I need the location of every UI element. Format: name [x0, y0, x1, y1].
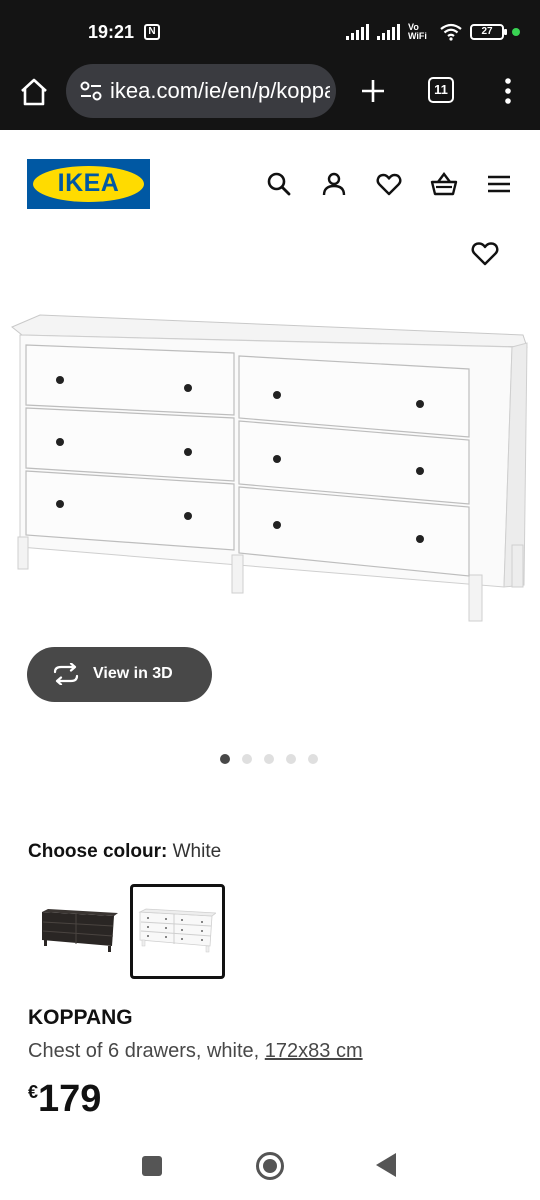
add-to-favourites-icon[interactable] [470, 238, 500, 268]
price-currency: € [28, 1082, 39, 1102]
product-dimensions-link[interactable]: 172x83 cm [265, 1040, 363, 1062]
carousel-dots [220, 754, 318, 764]
nfc-icon: N [144, 24, 160, 40]
product-description-text: Chest of 6 drawers, white, [28, 1040, 265, 1062]
view-in-3d-label: View in 3D [93, 665, 173, 682]
choose-colour-label: Choose colour: [28, 841, 168, 862]
home-icon[interactable] [18, 76, 50, 108]
site-settings-icon[interactable] [80, 81, 102, 101]
signal-icon [346, 24, 369, 40]
product-image[interactable] [8, 305, 532, 630]
back-button[interactable] [376, 1153, 396, 1177]
price-amount: 179 [38, 1078, 102, 1120]
carousel-dot[interactable] [308, 754, 318, 764]
wifi-icon [440, 23, 462, 41]
colour-swatch-white[interactable] [130, 884, 225, 979]
ikea-logo[interactable]: IKEA [27, 159, 150, 209]
recents-button[interactable] [142, 1156, 162, 1176]
address-bar[interactable]: ikea.com/ie/en/p/koppang [66, 64, 336, 118]
url-text[interactable]: ikea.com/ie/en/p/koppang [110, 78, 330, 104]
carousel-dot[interactable] [220, 754, 230, 764]
status-bar: 19:21 N Vo WiFi 27 [0, 0, 540, 62]
logo-text: IKEA [57, 169, 120, 197]
product-price: €179 [28, 1078, 101, 1121]
new-tab-icon[interactable] [358, 76, 388, 106]
product-description: Chest of 6 drawers, white, 172x83 cm [28, 1040, 363, 1063]
more-icon[interactable] [498, 76, 518, 106]
favourites-icon[interactable] [375, 170, 403, 198]
carousel-dot[interactable] [264, 754, 274, 764]
hamburger-icon[interactable] [485, 170, 513, 198]
basket-icon[interactable] [430, 170, 458, 198]
rotate-3d-icon [53, 663, 79, 685]
colour-selector-label: Choose colour: White [28, 841, 221, 863]
carousel-dot[interactable] [242, 754, 252, 764]
volte-wifi-icon: Vo WiFi [408, 22, 427, 41]
status-time: 19:21 [88, 22, 135, 42]
signal-icon [377, 24, 400, 40]
system-navigation-bar [0, 1140, 540, 1200]
view-in-3d-button[interactable]: View in 3D [27, 647, 212, 702]
privacy-indicator-dot [512, 28, 520, 36]
tabs-icon[interactable]: 11 [428, 77, 454, 103]
browser-toolbar: ikea.com/ie/en/p/koppang 11 [0, 62, 540, 130]
home-button[interactable] [256, 1152, 284, 1180]
product-name: KOPPANG [28, 1006, 133, 1029]
carousel-dot[interactable] [286, 754, 296, 764]
battery-icon: 27 [470, 24, 507, 40]
account-icon[interactable] [320, 170, 348, 198]
search-icon[interactable] [265, 170, 293, 198]
colour-swatch-black-brown[interactable] [32, 884, 127, 979]
selected-colour-value: White [172, 841, 222, 862]
